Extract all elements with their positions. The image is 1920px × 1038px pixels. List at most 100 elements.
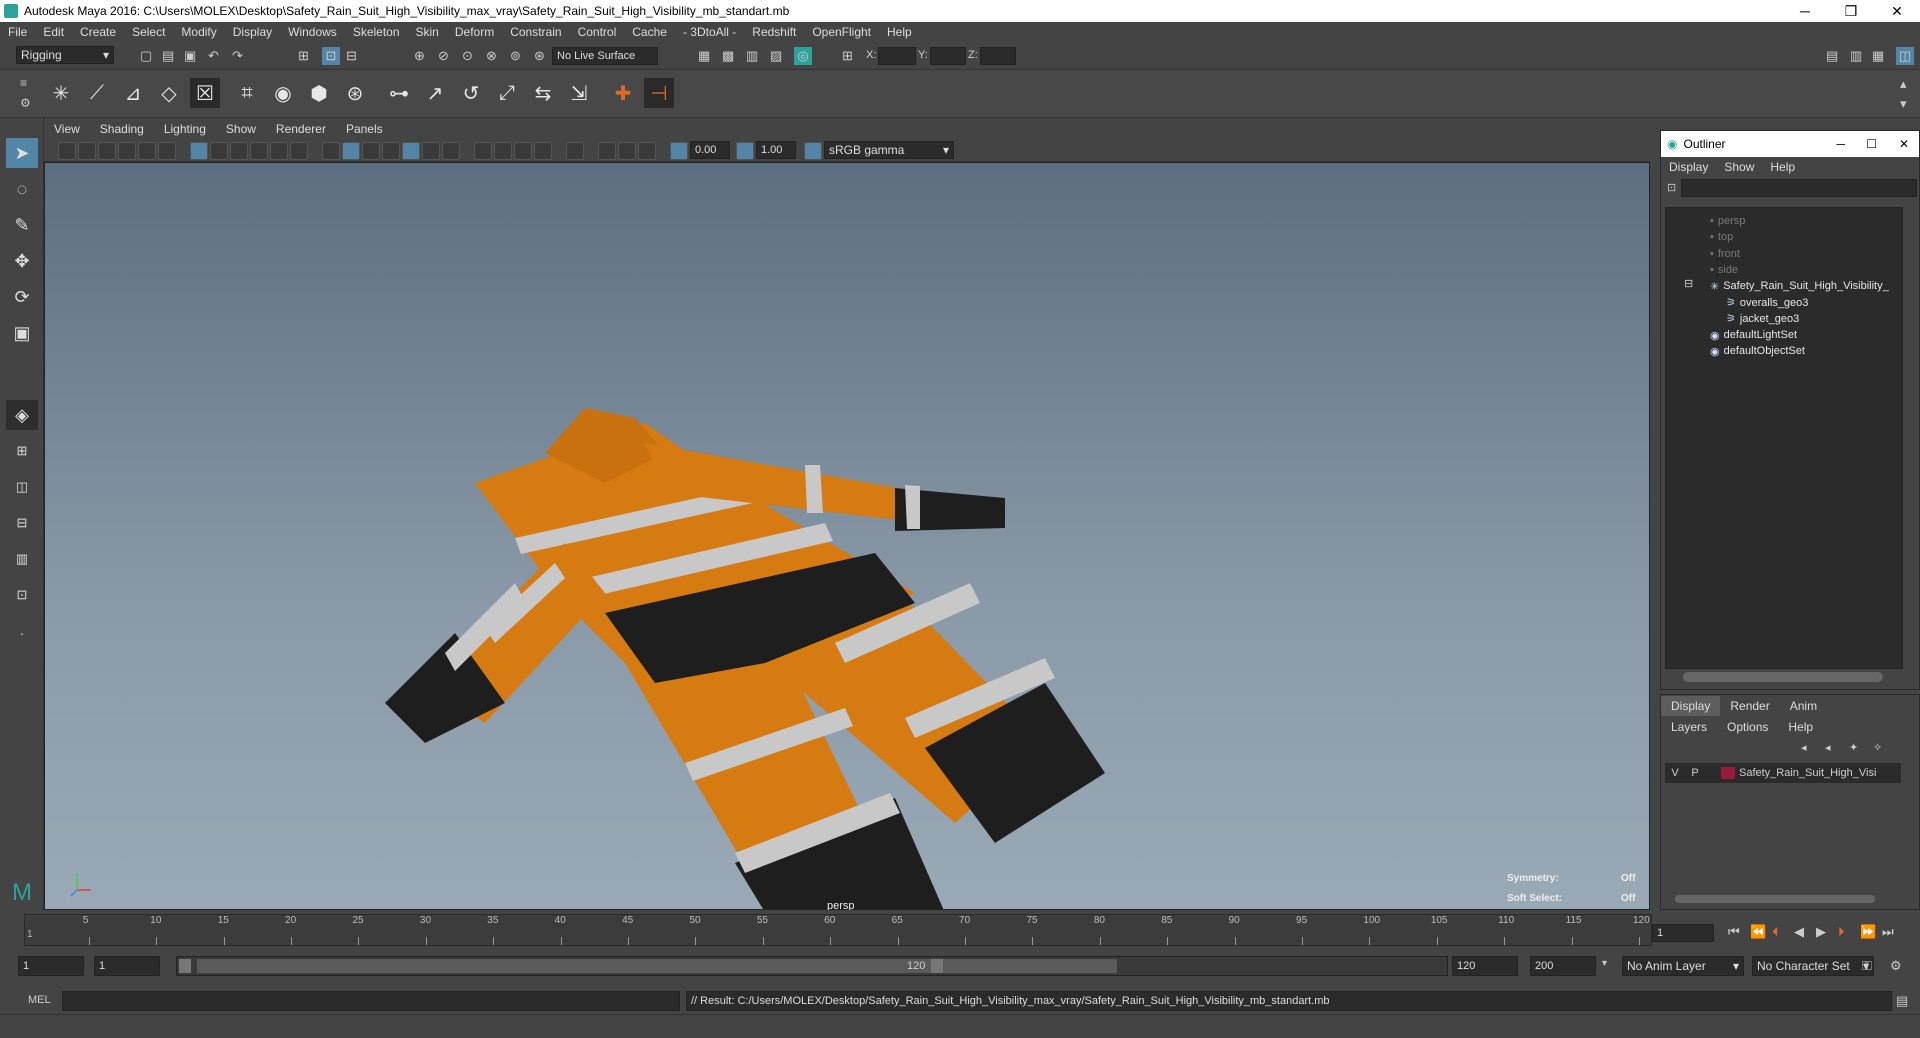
camera-attributes-icon[interactable] xyxy=(78,142,96,160)
minimize-button[interactable]: ─ xyxy=(1782,0,1828,22)
gamma-icon[interactable] xyxy=(736,142,754,160)
menu-item-5[interactable]: Display xyxy=(225,25,280,39)
command-input[interactable] xyxy=(62,991,680,1011)
menu-item-9[interactable]: Deform xyxy=(447,25,502,39)
paint-select-icon[interactable]: ✎ xyxy=(6,210,38,240)
snap-surface-icon[interactable]: ⊚ xyxy=(510,48,521,64)
outliner-layout-icon[interactable]: ⊟ xyxy=(6,508,38,538)
open-scene-icon[interactable]: ▤ xyxy=(162,48,174,64)
ik-handle-icon[interactable]: ⊿ xyxy=(118,78,148,108)
field-chart-icon[interactable] xyxy=(270,142,288,160)
safety-rain-suit-model[interactable] xyxy=(45,163,1649,909)
outliner-menu-item-0[interactable]: Display xyxy=(1661,160,1716,174)
shelf-settings-icon[interactable]: ⚙ xyxy=(20,96,31,110)
menu-item-0[interactable]: File xyxy=(0,25,35,39)
x-input[interactable] xyxy=(878,47,916,65)
undo-icon[interactable]: ↶ xyxy=(208,48,219,64)
snap-curve-icon[interactable]: ⊘ xyxy=(438,48,449,64)
four-view-layout-icon[interactable]: ⊞ xyxy=(6,436,38,466)
snap-together-icon[interactable]: ⊛ xyxy=(534,48,545,64)
perspective-viewport[interactable]: persp Symmetry: Off Soft Select: Off xyxy=(44,162,1650,912)
smooth-shade-icon[interactable] xyxy=(342,142,360,160)
layer-playback-toggle[interactable]: P xyxy=(1685,767,1705,779)
menu-set-dropdown[interactable]: Rigging ▾ xyxy=(16,46,114,64)
layer-tab-1[interactable]: Render xyxy=(1720,696,1779,716)
single-view-layout-icon[interactable]: ◈ xyxy=(6,400,38,430)
step-forward-frame-icon[interactable]: ⏵ xyxy=(1838,924,1845,940)
snap-view-icon[interactable]: ⊗ xyxy=(486,48,497,64)
play-backwards-icon[interactable]: ◀ xyxy=(1794,924,1804,940)
modeling-toolkit-icon[interactable]: ▤ xyxy=(1826,48,1838,64)
menu-item-1[interactable]: Edit xyxy=(35,25,72,39)
layer-tab-0[interactable]: Display xyxy=(1661,696,1721,716)
outliner-item[interactable]: ⚞ jacket_geo3 xyxy=(1726,310,1799,328)
camera-icon[interactable] xyxy=(58,142,76,160)
gamma-field[interactable]: 1.00 xyxy=(756,141,796,159)
script-editor-icon[interactable]: ▤ xyxy=(1896,993,1908,1009)
character-set-dropdown[interactable]: No Character Set ▾ xyxy=(1752,956,1874,976)
lattice-icon[interactable]: ⬢ xyxy=(304,78,334,108)
animation-end-field[interactable]: 200 xyxy=(1530,956,1596,976)
step-back-key-icon[interactable]: ⏪ xyxy=(1750,924,1766,940)
menu-item-7[interactable]: Skeleton xyxy=(345,25,408,39)
default-material-icon[interactable] xyxy=(362,142,380,160)
close-button[interactable]: ✕ xyxy=(1874,0,1920,22)
smooth-skin-icon[interactable]: ◉ xyxy=(268,78,298,108)
layer-scrollbar[interactable] xyxy=(1675,895,1875,903)
ik-spline-icon[interactable]: ◇ xyxy=(154,78,184,108)
layer-menu-item-2[interactable]: Help xyxy=(1778,717,1823,737)
script-language-label[interactable]: MEL xyxy=(28,994,51,1006)
outliner-menu-item-1[interactable]: Show xyxy=(1716,160,1762,174)
time-slider[interactable]: 1 5 10 15 20 25 30 35 40 45 50 55 60 65 70 75 80 85 90 95 1… xyxy=(24,914,1652,946)
scale-constraint-icon[interactable]: ⤢ xyxy=(492,78,522,108)
playback-start-field[interactable]: 1 xyxy=(94,956,160,976)
outliner-item[interactable]: ▪ side xyxy=(1710,261,1738,279)
isolate-select-icon[interactable] xyxy=(566,142,584,160)
menu-item-2[interactable]: Create xyxy=(72,25,124,39)
hypershade-layout-icon[interactable]: ⊡ xyxy=(6,580,38,610)
layer-tab-2[interactable]: Anim xyxy=(1780,696,1827,716)
image-plane-icon[interactable] xyxy=(118,142,136,160)
menu-item-14[interactable]: Redshift xyxy=(744,25,804,39)
insert-joint-icon[interactable]: ⟋ xyxy=(82,78,112,108)
collapse-icon[interactable]: ⊟ xyxy=(1684,277,1693,290)
current-frame-field[interactable]: 1 xyxy=(1652,924,1714,942)
select-tool-icon[interactable]: ➤ xyxy=(6,138,38,168)
menu-item-15[interactable]: OpenFlight xyxy=(804,25,879,39)
snap-grid-icon[interactable]: ⊕ xyxy=(414,48,425,64)
ipr-render-icon[interactable]: ▩ xyxy=(722,48,734,64)
handle-icon[interactable]: ⊣ xyxy=(644,78,674,108)
outliner-item[interactable]: ⚞ overalls_geo3 xyxy=(1726,294,1808,312)
layer-row[interactable]: V P Safety_Rain_Suit_High_Visi xyxy=(1665,763,1901,783)
wireframe-on-shaded-icon[interactable] xyxy=(382,142,400,160)
layer-visibility-toggle[interactable]: V xyxy=(1665,767,1685,779)
tool-settings-icon[interactable]: ▦ xyxy=(1872,48,1884,64)
playback-end-field[interactable]: 120 xyxy=(1452,956,1518,976)
menu-item-13[interactable]: - 3DtoAll - xyxy=(675,25,744,39)
move-layer-up-icon[interactable]: ◂ xyxy=(1801,741,1807,754)
layer-menu-item-0[interactable]: Layers xyxy=(1661,717,1717,737)
scale-tool-icon[interactable]: ▣ xyxy=(6,318,38,348)
play-forwards-icon[interactable]: ▶ xyxy=(1816,924,1826,940)
close-icon[interactable]: ✕ xyxy=(1899,137,1909,151)
filter-icon[interactable]: ⊡ xyxy=(1667,181,1676,194)
side-by-side-layout-icon[interactable]: ◫ xyxy=(6,472,38,502)
wireframe-icon[interactable] xyxy=(322,142,340,160)
hypershade-icon[interactable]: ▨ xyxy=(770,48,782,64)
outliner-item[interactable]: ✳ Safety_Rain_Suit_High_Visibility_ xyxy=(1710,277,1889,295)
move-tool-icon[interactable]: ✥ xyxy=(6,246,38,276)
redo-icon[interactable]: ↷ xyxy=(232,48,243,64)
animation-preferences-icon[interactable]: ⚙ xyxy=(1890,958,1902,974)
select-component-icon[interactable]: ⊟ xyxy=(346,48,357,64)
outliner-search-input[interactable] xyxy=(1681,179,1917,197)
outliner-item[interactable]: ▪ front xyxy=(1710,245,1740,263)
outliner-item[interactable]: ▪ top xyxy=(1710,228,1733,246)
restore-button[interactable]: ❐ xyxy=(1828,0,1874,22)
minimize-icon[interactable]: ─ xyxy=(1836,137,1845,151)
outliner-menu-item-2[interactable]: Help xyxy=(1762,160,1803,174)
lasso-tool-icon[interactable]: ◌ xyxy=(6,174,38,204)
layer-color-swatch[interactable] xyxy=(1721,767,1735,779)
menu-item-8[interactable]: Skin xyxy=(408,25,447,39)
range-end-handle[interactable] xyxy=(931,959,943,973)
grid-icon[interactable] xyxy=(190,142,208,160)
